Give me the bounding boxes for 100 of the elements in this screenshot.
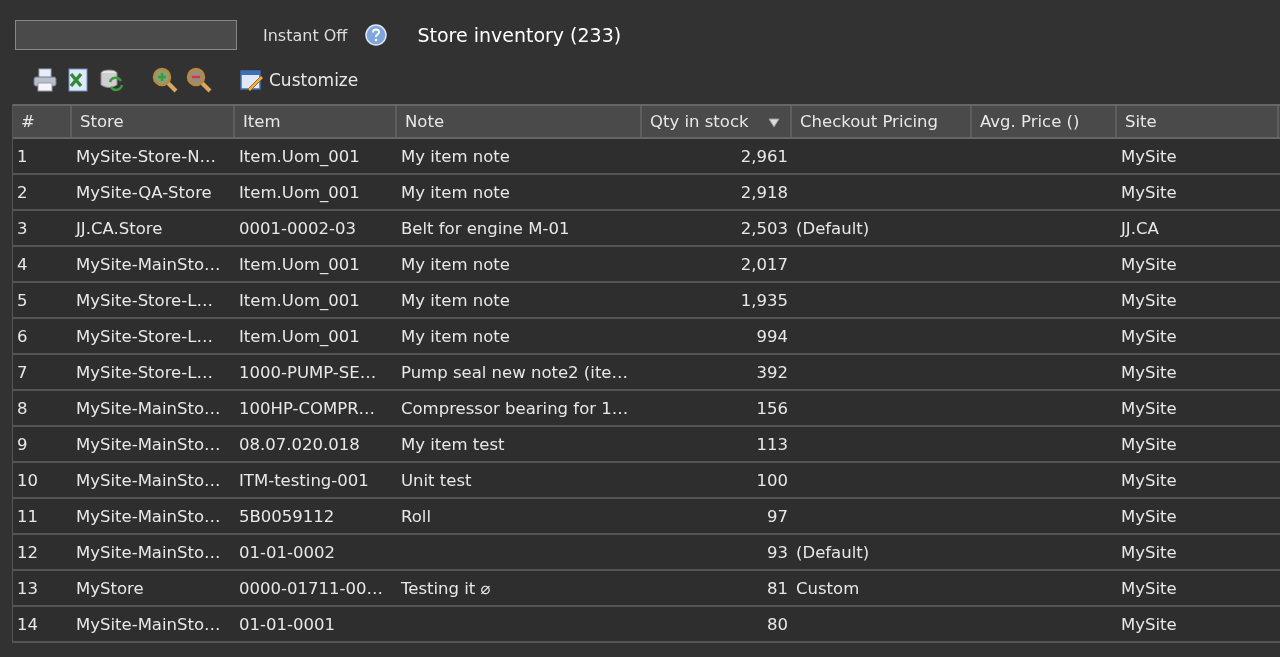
table-cell: 93 (767, 542, 788, 562)
table-cell: MySite (1121, 614, 1177, 634)
table-cell: MySite-MainSto… (76, 614, 221, 634)
table-cell: 392 (756, 362, 788, 382)
table-cell: MySite (1121, 326, 1177, 346)
table-cell: MySite-Store-L… (76, 290, 213, 310)
table-cell: 14 (17, 614, 38, 634)
table-cell: 2,961 (740, 146, 788, 166)
zoom-out-icon[interactable] (186, 66, 212, 93)
table-cell: 12 (17, 542, 38, 562)
database-refresh-icon[interactable] (98, 67, 124, 92)
table-cell: Pump seal new note2 (ite… (401, 362, 628, 382)
table-cell: MySite (1121, 254, 1177, 274)
table-cell: 01-01-0001 (239, 614, 335, 634)
table-cell: 81 (767, 578, 788, 598)
table-cell: 9 (17, 434, 28, 454)
column-header[interactable]: Item (235, 106, 397, 137)
table-cell: My item note (401, 326, 510, 346)
table-cell: 100HP-COMPR… (239, 398, 376, 418)
table-cell: MySite (1121, 434, 1177, 454)
table-cell: 2,503 (740, 218, 788, 238)
table-cell: 3 (17, 218, 28, 238)
column-header[interactable]: Qty in stock (642, 106, 792, 137)
table-cell: 01-01-0002 (239, 542, 335, 562)
table-cell: MySite-MainSto… (76, 470, 221, 490)
table-cell: Roll (401, 506, 431, 526)
table-cell: Compressor bearing for 1… (401, 398, 629, 418)
table-cell: MySite-QA-Store (76, 182, 212, 202)
column-header[interactable]: Avg. Price () (972, 106, 1117, 137)
table-cell: MySite (1121, 362, 1177, 382)
table-cell: 1000-PUMP-SE… (239, 362, 377, 382)
table-cell: (Default) (796, 542, 870, 562)
table-cell: 8 (17, 398, 28, 418)
table-cell: MySite (1121, 470, 1177, 490)
column-header[interactable]: Checkout Pricing (792, 106, 972, 137)
customize-button[interactable]: Customize (240, 67, 359, 92)
table-cell: 6 (17, 326, 28, 346)
table-cell: 0001-0002-03 (239, 218, 356, 238)
table-cell: Belt for engine M-01 (401, 218, 570, 238)
column-header[interactable]: # (13, 106, 72, 137)
table-cell: MySite-MainSto… (76, 506, 221, 526)
table-cell: 5 (17, 290, 28, 310)
table-cell: 11 (17, 506, 38, 526)
table-cell: MySite (1121, 182, 1177, 202)
table-cell: 2,017 (740, 254, 788, 274)
table-cell: Testing it ⌀ (401, 578, 491, 598)
table-cell: 2 (17, 182, 28, 202)
table-cell: 1 (17, 146, 28, 166)
instant-toggle[interactable]: Instant Off (263, 25, 348, 45)
table-cell: 10 (17, 470, 38, 490)
table-cell: MySite-MainSto… (76, 398, 221, 418)
table-cell: MySite-Store-L… (76, 326, 213, 346)
table-cell: (Default) (796, 218, 870, 238)
table-cell: 7 (17, 362, 28, 382)
table-cell: MySite-MainSto… (76, 434, 221, 454)
table-cell: 80 (767, 614, 788, 634)
column-header[interactable]: Store (72, 106, 235, 137)
table-cell: 13 (17, 578, 38, 598)
column-header[interactable]: Note (397, 106, 642, 137)
table-cell: MySite (1121, 146, 1177, 166)
table-cell: My item note (401, 182, 510, 202)
table-cell: Item.Uom_001 (239, 254, 360, 274)
table-cell: MySite-Store-L… (76, 362, 213, 382)
search-field[interactable] (15, 20, 237, 50)
table-cell: My item note (401, 146, 510, 166)
table-cell: 5B0059112 (239, 506, 335, 526)
table-cell: 2,918 (740, 182, 788, 202)
table-cell: 4 (17, 254, 28, 274)
table-cell: ITM-testing-001 (239, 470, 369, 490)
table-cell: 0000-01711-00… (239, 578, 383, 598)
table-cell: MySite (1121, 290, 1177, 310)
table-cell: 1,935 (740, 290, 788, 310)
table-cell: 97 (767, 506, 788, 526)
table-cell: Item.Uom_001 (239, 326, 360, 346)
page-title: Store inventory (233) (417, 24, 622, 46)
print-icon[interactable] (32, 67, 58, 92)
table-cell: 100 (756, 470, 788, 490)
table-cell: Item.Uom_001 (239, 290, 360, 310)
table-cell: My item note (401, 254, 510, 274)
table-cell: MySite (1121, 542, 1177, 562)
zoom-in-icon[interactable] (152, 66, 178, 93)
column-header[interactable]: Site (1117, 106, 1279, 137)
table-cell: Unit test (401, 470, 472, 490)
table-cell: MySite (1121, 398, 1177, 418)
table-cell: MySite (1121, 506, 1177, 526)
table-cell: MyStore (76, 578, 144, 598)
edit-form-icon (240, 67, 264, 92)
table-cell: MySite (1121, 578, 1177, 598)
table-cell: 113 (756, 434, 788, 454)
spreadsheet-icon[interactable] (66, 67, 90, 92)
table-cell: 994 (756, 326, 788, 346)
table-cell: MySite-Store-N… (76, 146, 217, 166)
table-cell: MySite-MainSto… (76, 542, 221, 562)
table-cell: Item.Uom_001 (239, 146, 360, 166)
table-cell: 08.07.020.018 (239, 434, 360, 454)
table-cell: Custom (796, 578, 860, 598)
table-cell: 156 (756, 398, 788, 418)
table-cell: MySite-MainSto… (76, 254, 221, 274)
help-icon[interactable] (365, 24, 388, 46)
table-cell: My item test (401, 434, 505, 454)
